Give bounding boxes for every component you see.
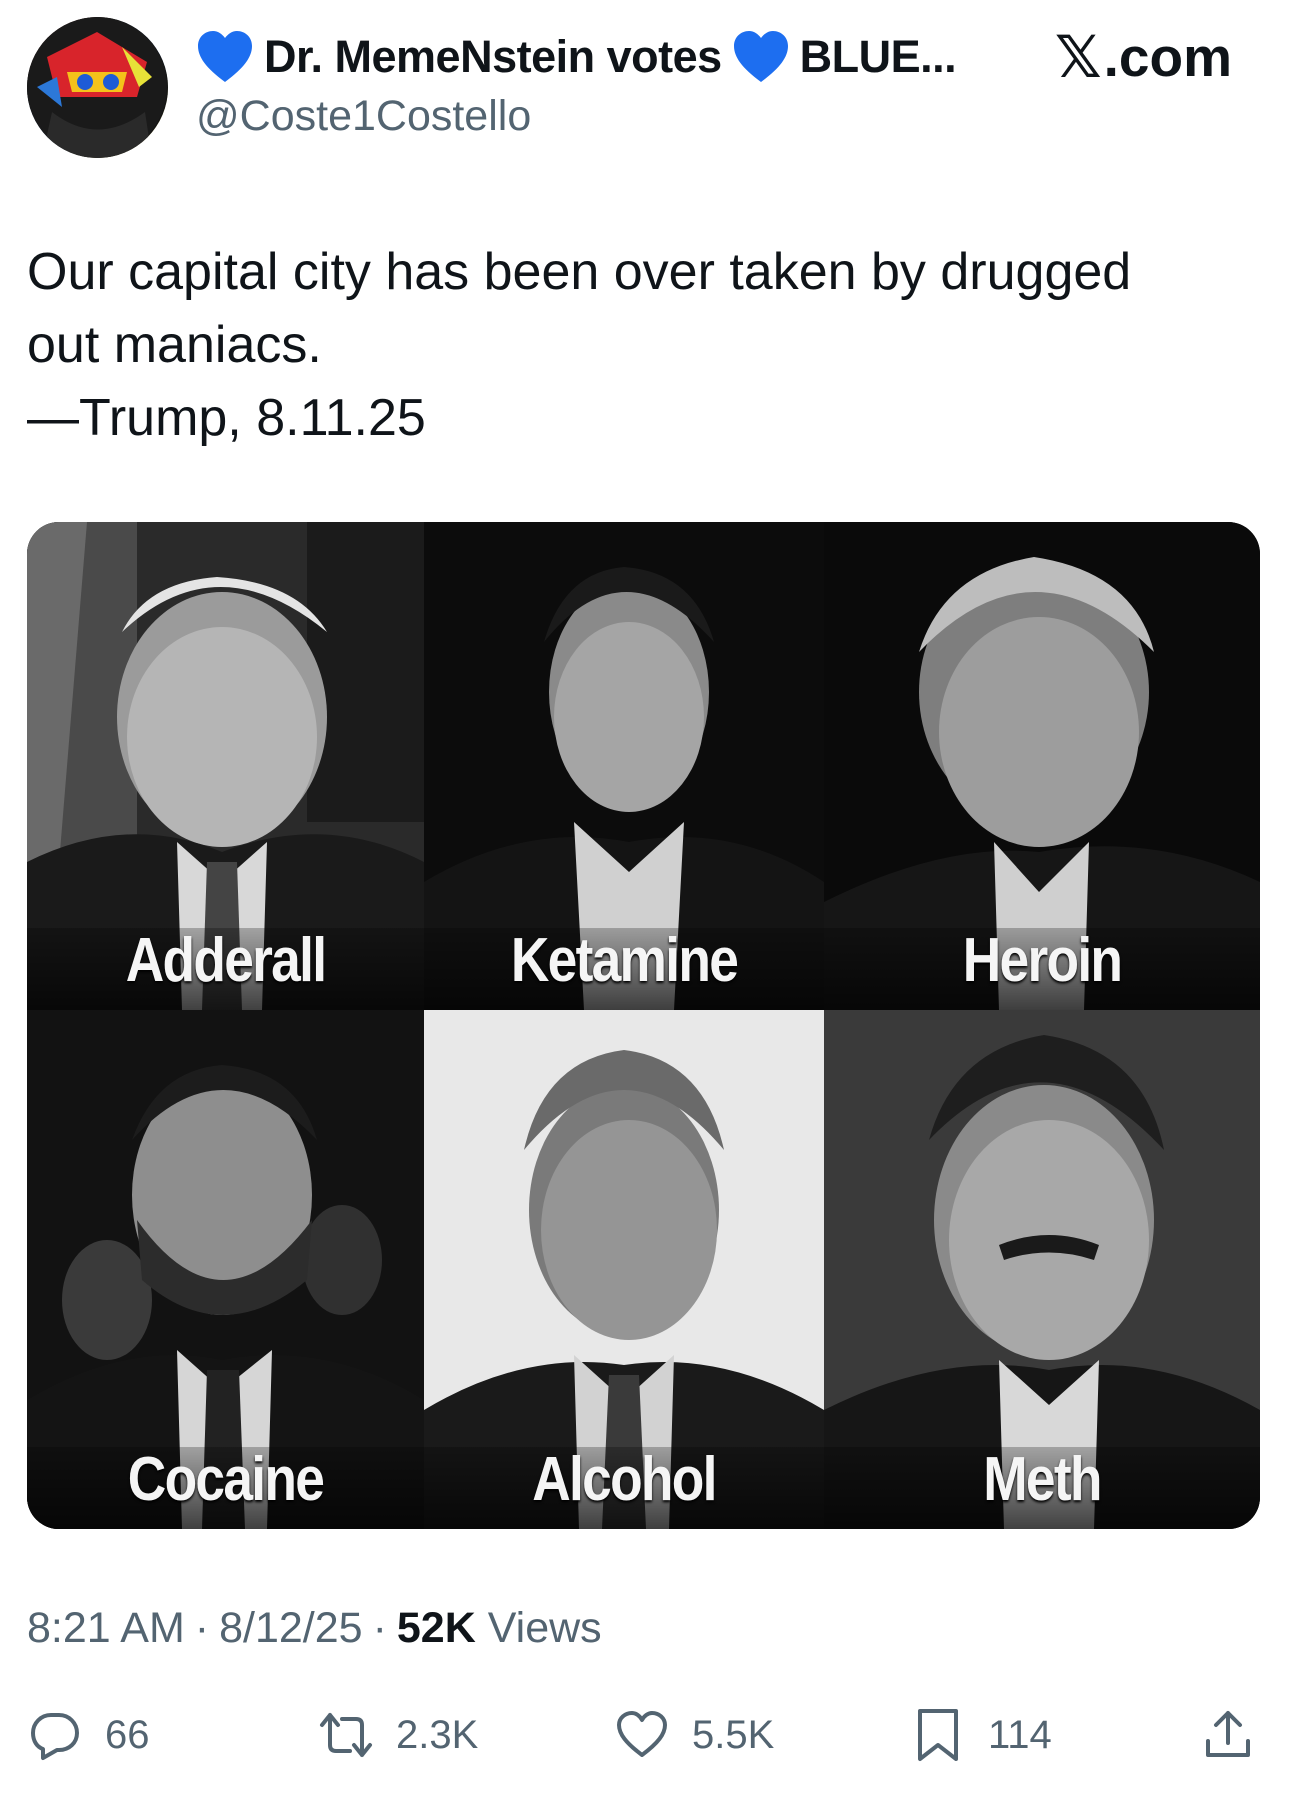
heart-icon xyxy=(617,1711,667,1757)
site-domain-suffix: .com xyxy=(1103,26,1232,88)
tweet-date[interactable]: 8/12/25 xyxy=(219,1604,362,1653)
tweet-text-line: —Trump, 8.11.25 xyxy=(27,389,426,447)
author-name-suffix: BLUE... xyxy=(799,31,957,82)
x-logo-icon: 𝕏 xyxy=(1054,23,1102,91)
media-panel: Ketamine xyxy=(424,522,824,1010)
media-panel: Meth xyxy=(824,1010,1260,1529)
media-panel: Cocaine xyxy=(27,1010,424,1529)
tweet-media-image[interactable]: Adderall Ketamine Heroin Cocaine Alcohol… xyxy=(27,522,1260,1529)
avatar-image xyxy=(27,17,168,158)
tweet-text: Our capital city has been over taken by … xyxy=(27,236,1247,455)
action-bar: 66 2.3K 5.5K 114 xyxy=(0,1700,1290,1770)
author-avatar[interactable] xyxy=(27,17,168,158)
bookmark-button[interactable]: 114 xyxy=(910,1700,1052,1770)
panel-caption: Heroin xyxy=(962,926,1123,995)
repost-icon xyxy=(320,1713,372,1757)
site-watermark: 𝕏 .com xyxy=(1054,23,1232,91)
bookmark-count: 114 xyxy=(988,1712,1052,1757)
repost-count: 2.3K xyxy=(396,1712,479,1757)
author-handle[interactable]: @Coste1Costello xyxy=(196,92,531,141)
panel-caption: Alcohol xyxy=(532,1445,717,1514)
panel-caption: Cocaine xyxy=(127,1445,325,1514)
panel-caption: Ketamine xyxy=(510,926,739,995)
bookmark-icon xyxy=(918,1709,958,1761)
media-panel: Heroin xyxy=(824,522,1260,1010)
panel-caption: Meth xyxy=(983,1445,1102,1514)
blue-heart-icon xyxy=(732,30,790,84)
views-label: Views xyxy=(487,1603,602,1652)
reply-icon xyxy=(31,1713,79,1760)
meta-separator: · xyxy=(194,1603,210,1652)
tweet-card: Dr. MemeNstein votes BLUE... @Coste1Cost… xyxy=(0,0,1290,1799)
tweet-text-line: Our capital city has been over taken by … xyxy=(27,243,1132,301)
reply-button[interactable]: 66 xyxy=(27,1700,150,1770)
reply-count: 66 xyxy=(105,1712,150,1757)
share-button[interactable] xyxy=(1200,1700,1256,1770)
author-name-line[interactable]: Dr. MemeNstein votes BLUE... xyxy=(196,26,957,88)
media-panel: Alcohol xyxy=(424,1010,824,1529)
meta-separator: · xyxy=(372,1603,387,1652)
like-count: 5.5K xyxy=(692,1712,775,1757)
blue-heart-icon xyxy=(196,30,254,84)
repost-button[interactable]: 2.3K xyxy=(318,1700,478,1770)
media-panel: Adderall xyxy=(27,522,424,1010)
tweet-time[interactable]: 8:21 AM xyxy=(27,1604,185,1653)
share-icon xyxy=(1206,1711,1250,1757)
tweet-meta: 8:21 AM · 8/12/25 · 52K Views xyxy=(27,1600,602,1656)
author-display-name: Dr. MemeNstein votes xyxy=(264,31,722,82)
panel-caption: Adderall xyxy=(125,926,327,995)
like-button[interactable]: 5.5K xyxy=(614,1700,774,1770)
tweet-text-line: out maniacs. xyxy=(27,316,322,374)
views-count: 52K xyxy=(396,1603,476,1652)
